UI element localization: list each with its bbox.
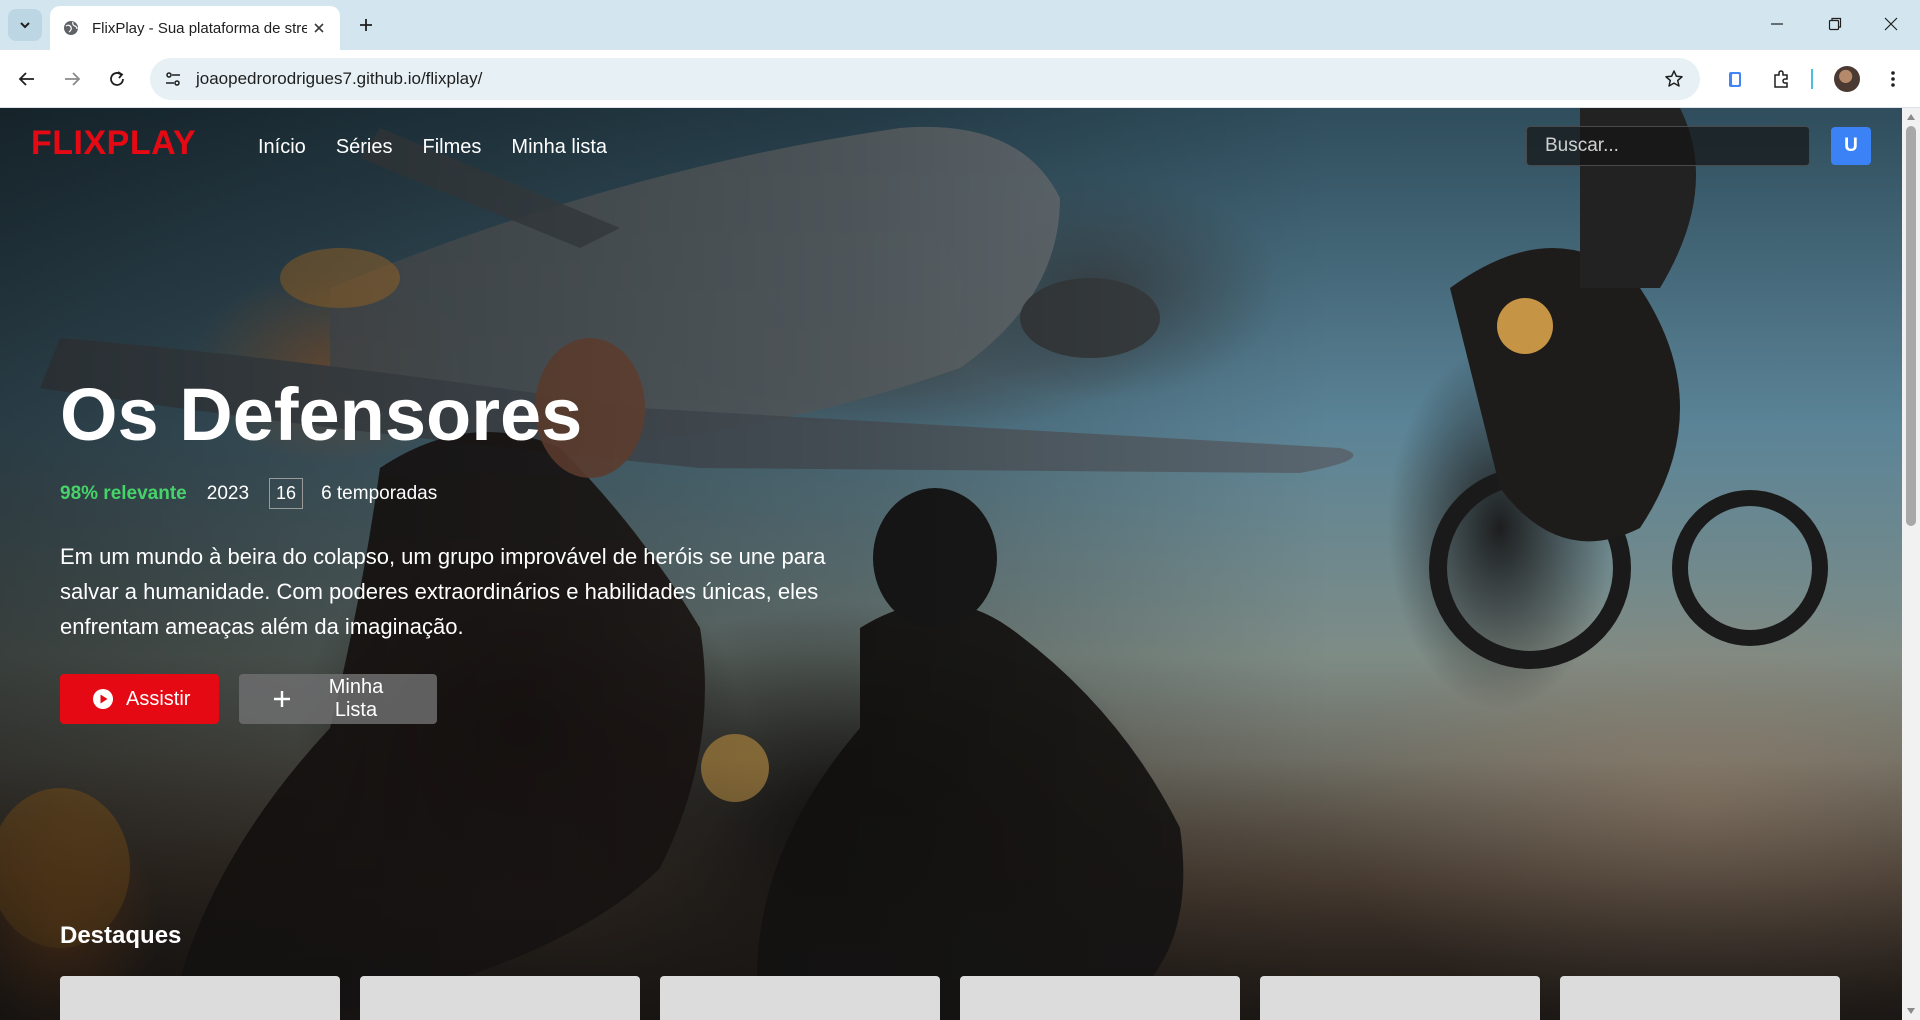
reload-icon[interactable] [102, 64, 132, 94]
close-tab-icon[interactable] [308, 17, 330, 39]
browser-tab-bar: FlixPlay - Sua plataforma de streaming [0, 0, 1920, 50]
play-circle-icon [92, 688, 114, 710]
relevance-score: 98% relevante [60, 482, 187, 504]
search-input[interactable] [1526, 126, 1810, 166]
nav-link-series[interactable]: Séries [336, 136, 393, 159]
add-to-list-label: Minha Lista [328, 676, 384, 721]
chevron-down-icon [20, 22, 30, 29]
globe-icon [62, 19, 80, 37]
back-arrow-icon[interactable] [12, 64, 42, 94]
site-info-icon[interactable] [156, 62, 190, 96]
scroll-down-arrow-icon[interactable] [1907, 1008, 1915, 1014]
tab-search-button[interactable] [8, 9, 42, 41]
nav-link-minha-lista[interactable]: Minha lista [511, 136, 607, 159]
restore-icon[interactable] [1806, 0, 1864, 48]
side-panel-icon[interactable] [1720, 64, 1750, 94]
nav-link-filmes[interactable]: Filmes [423, 136, 482, 159]
main-nav: Início Séries Filmes Minha lista [258, 136, 607, 159]
extensions-puzzle-icon[interactable] [1766, 64, 1796, 94]
hero-meta: 98% relevante 2023 16 6 temporadas [60, 478, 880, 509]
featured-cards-row [60, 976, 1840, 1020]
tab-title: FlixPlay - Sua plataforma de streaming [92, 19, 307, 37]
url-text[interactable]: joaopedrorodrigues7.github.io/flixplay/ [196, 69, 482, 89]
featured-card[interactable] [1260, 976, 1540, 1020]
user-avatar[interactable]: U [1831, 127, 1871, 165]
site-header: FLIXPLAY Início Séries Filmes Minha list… [0, 108, 1902, 186]
plus-icon [271, 688, 293, 710]
season-count: 6 temporadas [321, 482, 438, 504]
hero-title: Os Defensores [60, 373, 583, 456]
age-rating-badge: 16 [269, 478, 304, 509]
address-bar[interactable]: joaopedrorodrigues7.github.io/flixplay/ [150, 58, 1700, 100]
featured-card[interactable] [660, 976, 940, 1020]
new-tab-icon[interactable] [352, 11, 380, 39]
featured-card[interactable] [360, 976, 640, 1020]
release-year: 2023 [206, 482, 250, 504]
add-to-list-button[interactable]: Minha Lista [239, 674, 437, 724]
hero-content: Os Defensores 98% relevante 2023 16 6 te… [60, 378, 880, 724]
play-button[interactable]: Assistir [60, 674, 219, 724]
minimize-icon[interactable] [1748, 0, 1806, 48]
play-button-label: Assistir [126, 687, 191, 710]
page-viewport: FLIXPLAY Início Séries Filmes Minha list… [0, 108, 1902, 1020]
hero-synopsis: Em um mundo à beira do colapso, um grupo… [60, 544, 826, 639]
scrollbar-thumb[interactable] [1906, 126, 1916, 526]
kebab-menu-icon[interactable] [1878, 64, 1908, 94]
page-scrollbar[interactable] [1902, 108, 1920, 1020]
browser-tab-active[interactable]: FlixPlay - Sua plataforma de streaming [50, 6, 340, 50]
close-window-icon[interactable] [1862, 0, 1920, 48]
forward-arrow-icon[interactable] [57, 64, 87, 94]
featured-card[interactable] [60, 976, 340, 1020]
featured-card[interactable] [1560, 976, 1840, 1020]
bookmark-star-icon[interactable] [1662, 67, 1686, 91]
flixplay-logo[interactable]: FLIXPLAY [31, 124, 196, 163]
featured-card[interactable] [960, 976, 1240, 1020]
profile-avatar-icon[interactable] [1832, 64, 1862, 94]
scroll-up-arrow-icon[interactable] [1907, 114, 1915, 120]
nav-link-inicio[interactable]: Início [258, 136, 306, 159]
featured-row-title: Destaques [60, 922, 182, 949]
browser-toolbar: joaopedrorodrigues7.github.io/flixplay/ [0, 50, 1920, 108]
toolbar-divider [1810, 64, 1814, 94]
hero-actions: Assistir Minha Lista [60, 674, 880, 724]
